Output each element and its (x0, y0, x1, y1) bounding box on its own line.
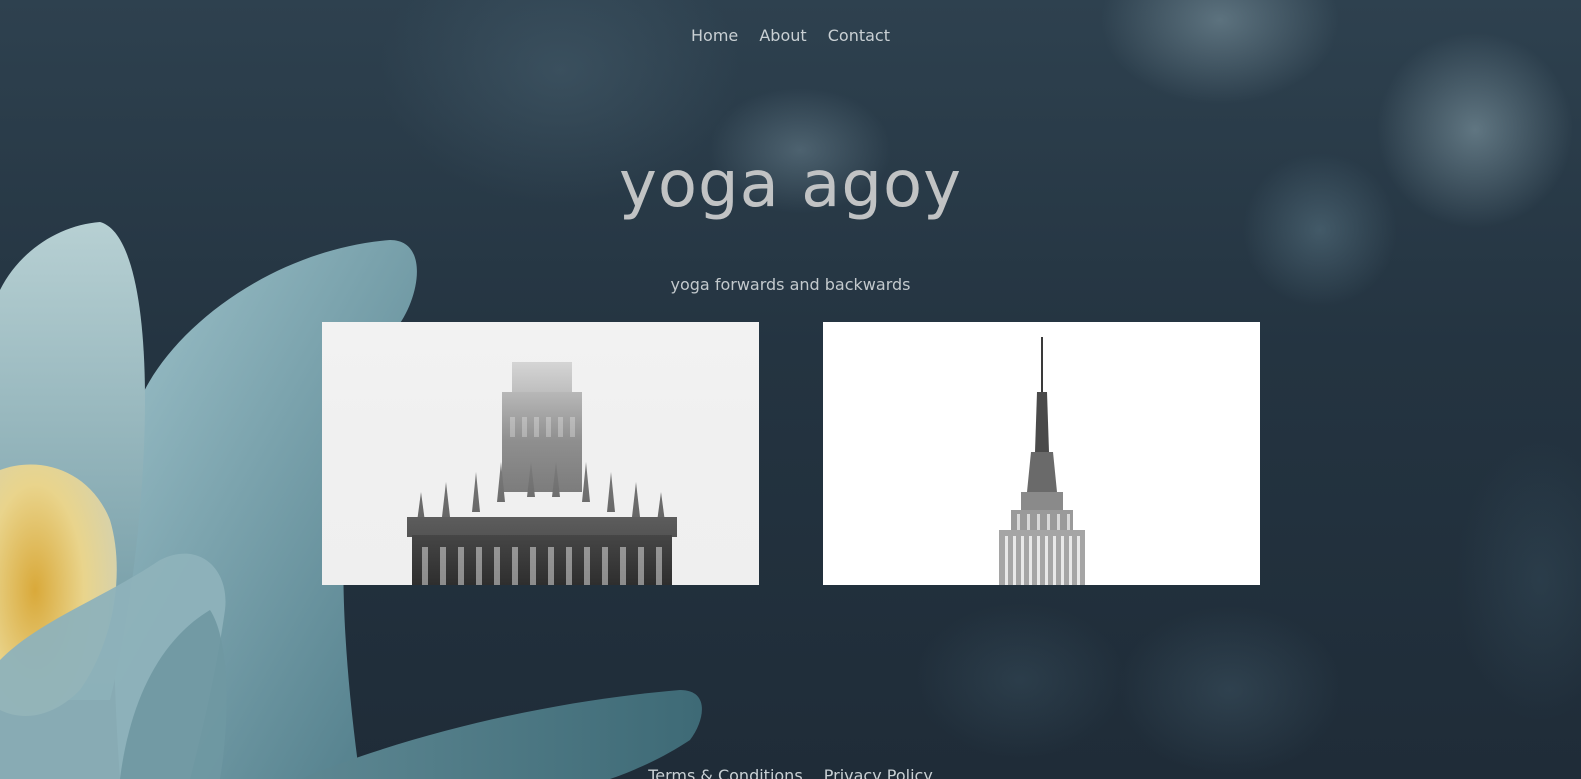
site-subtitle: yoga forwards and backwards (670, 275, 911, 294)
water-lily-image (0, 222, 702, 779)
nav-contact-link[interactable]: Contact (828, 26, 890, 45)
gallery-image-palace-tower[interactable] (322, 322, 759, 585)
top-nav: Home About Contact (0, 26, 1581, 45)
footer-links: Terms & Conditions Privacy Policy (0, 766, 1581, 779)
nav-home-link[interactable]: Home (691, 26, 738, 45)
palace-tower-photo (322, 322, 759, 585)
site-title: yoga agoy (618, 148, 963, 222)
privacy-link[interactable]: Privacy Policy (824, 766, 933, 779)
nav-about-link[interactable]: About (759, 26, 806, 45)
empire-state-photo (823, 322, 1260, 585)
gallery-image-empire-state[interactable] (823, 322, 1260, 585)
terms-link[interactable]: Terms & Conditions (648, 766, 802, 779)
